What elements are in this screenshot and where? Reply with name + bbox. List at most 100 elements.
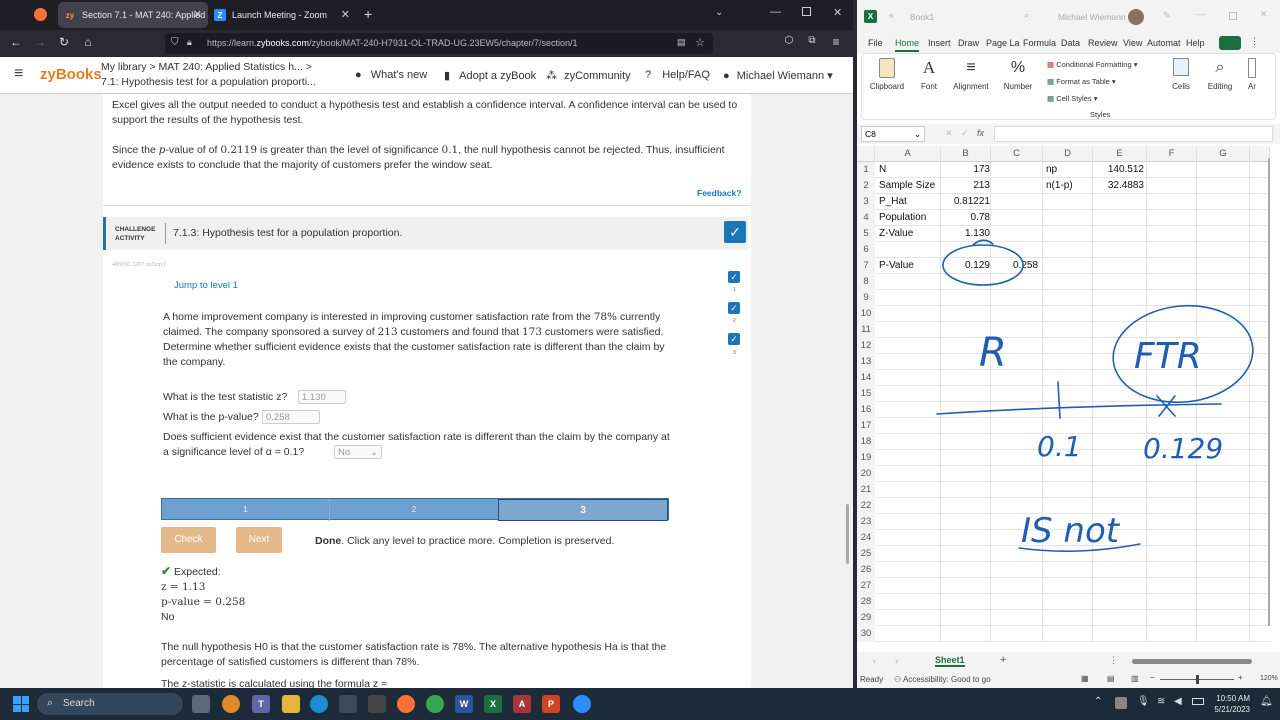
menu-home[interactable]: Home xyxy=(895,38,920,52)
format-as-table-button[interactable]: ▦ Format as Table ▾ xyxy=(1047,77,1116,86)
more-options-icon[interactable]: ⋮ xyxy=(1250,36,1259,47)
edge-icon[interactable] xyxy=(310,695,328,713)
mic-icon[interactable]: 🎙︎ xyxy=(1137,696,1150,707)
firefox-view-icon[interactable] xyxy=(34,8,47,21)
cells-group[interactable]: Cells xyxy=(1166,58,1196,91)
excel-user-name[interactable]: Michael Wiemann xyxy=(1058,12,1126,22)
level-2-check-icon[interactable]: ✓ xyxy=(728,302,740,314)
font-group[interactable]: A Font xyxy=(914,58,944,91)
level-1-check-icon[interactable]: ✓ xyxy=(728,271,740,283)
url-bar[interactable]: ⛉ 🔒︎ https://learn.zybooks.com/zybook/MA… xyxy=(165,33,713,54)
cell-styles-button[interactable]: ▦ Cell Styles ▾ xyxy=(1047,94,1097,103)
clipboard-group[interactable]: Clipboard xyxy=(867,58,907,91)
wifi-icon[interactable]: ≋ xyxy=(1157,696,1165,707)
zoom-app-icon[interactable] xyxy=(573,695,591,713)
menu-formulas[interactable]: Formula xyxy=(1023,38,1056,48)
name-box[interactable]: C8 ⌄ xyxy=(861,126,925,142)
analyze-group[interactable]: Ar xyxy=(1242,58,1262,91)
user-menu[interactable]: ● Michael Wiemann ▾ xyxy=(723,69,833,82)
formula-input[interactable] xyxy=(994,126,1273,142)
progress-level-1[interactable]: 1 xyxy=(162,499,330,521)
menu-draw[interactable]: Draw xyxy=(958,38,979,48)
tab-zybooks[interactable]: zy Section 7.1 - MAT 240: Applied ✕ xyxy=(58,2,208,28)
reader-icon[interactable]: ▤ xyxy=(677,37,686,48)
task-view-icon[interactable] xyxy=(192,695,210,713)
horizontal-scrollbar[interactable] xyxy=(1132,659,1252,664)
powerpoint-icon[interactable]: P xyxy=(542,695,560,713)
jump-to-level-link[interactable]: Jump to level 1 xyxy=(174,280,238,291)
menu-icon[interactable]: ≡ xyxy=(828,35,844,49)
pen-icon[interactable]: ✎ xyxy=(1163,10,1171,21)
enter-icon[interactable]: ✓ xyxy=(961,128,969,139)
search-icon[interactable]: ⌕ xyxy=(1024,10,1029,21)
avatar[interactable] xyxy=(1128,9,1144,25)
number-group[interactable]: % Number xyxy=(1000,58,1036,91)
hamburger-menu-icon[interactable]: ≡ xyxy=(14,65,23,83)
zoom-level[interactable]: 120% xyxy=(1260,675,1278,682)
prev-sheet-icon[interactable]: ‹ xyxy=(873,656,876,666)
minimize-icon[interactable]: — xyxy=(770,6,781,18)
tray-chevron-icon[interactable]: ⌃ xyxy=(1094,696,1102,707)
excel-maximize-icon[interactable] xyxy=(1229,12,1237,20)
battery-icon[interactable] xyxy=(1192,698,1204,705)
adopt-zybook-link[interactable]: ▮ Adopt a zyBook xyxy=(444,69,536,82)
lock-icon[interactable]: 🔒︎ xyxy=(187,37,192,48)
excel-close-icon[interactable]: ✕ xyxy=(1260,9,1268,20)
sheet-tab-1[interactable]: Sheet1 xyxy=(935,655,965,667)
home-icon[interactable]: ⌂ xyxy=(80,35,96,49)
pocket-icon[interactable]: ⬡ xyxy=(781,35,797,46)
whats-new-link[interactable]: ● What's new xyxy=(355,69,427,81)
feedback-link[interactable]: Feedback? xyxy=(697,188,741,198)
accessibility-status[interactable]: ⚇ Accessibility: Good to go xyxy=(894,675,991,684)
add-sheet-icon[interactable]: + xyxy=(1000,654,1006,666)
close-tab-icon[interactable]: ✕ xyxy=(193,8,202,21)
close-window-icon[interactable]: ✕ xyxy=(833,6,842,19)
zoom-slider-thumb[interactable] xyxy=(1196,675,1199,684)
menu-help[interactable]: Help xyxy=(1186,38,1205,48)
back-icon[interactable]: ← xyxy=(8,35,24,49)
alignment-group[interactable]: ≡ Alignment xyxy=(950,58,992,91)
spreadsheet-grid[interactable]: A B C D E F G 1 2 3 4 5 6 7 8 9 10 11 12 13 14 15 16 17 1… xyxy=(857,146,1270,646)
q1-answer-input[interactable]: 1.130 xyxy=(298,390,346,404)
tab-zoom[interactable]: Z Launch Meeting - Zoom ✕ xyxy=(208,2,356,28)
access-icon[interactable]: A xyxy=(513,695,531,713)
taskbar-search-box[interactable]: ⌕ Search xyxy=(37,693,183,715)
notification-icon[interactable]: 🔔︎ xyxy=(1260,696,1273,707)
zoom-in-icon[interactable]: + xyxy=(1238,673,1243,682)
page-layout-icon[interactable]: ▤ xyxy=(1107,674,1115,683)
q2-answer-input[interactable]: 0.258 xyxy=(262,410,320,424)
reload-icon[interactable]: ↻ xyxy=(56,35,72,49)
sheet-options-icon[interactable]: ⋮ xyxy=(1109,655,1118,666)
cancel-icon[interactable]: ✕ xyxy=(945,128,953,139)
normal-view-icon[interactable]: ▦ xyxy=(1081,674,1089,683)
next-sheet-icon[interactable]: › xyxy=(895,656,898,666)
chrome-icon[interactable] xyxy=(426,695,444,713)
breadcrumb-top[interactable]: My library > MAT 240: Applied Statistics… xyxy=(101,61,312,73)
clock[interactable]: 10:50 AM 5/21/2023 xyxy=(1206,693,1250,715)
windows-start-icon[interactable] xyxy=(13,696,29,712)
next-button[interactable]: Next xyxy=(236,527,282,553)
progress-level-2[interactable]: 2 xyxy=(330,499,498,521)
menu-review[interactable]: Review xyxy=(1088,38,1118,48)
help-link[interactable]: ? Help/FAQ xyxy=(645,69,710,81)
quick-access-icon[interactable]: « xyxy=(889,10,894,20)
menu-page-layout[interactable]: Page La xyxy=(986,38,1020,48)
page-scrollbar[interactable] xyxy=(846,504,849,564)
menu-data[interactable]: Data xyxy=(1061,38,1080,48)
firefox-icon[interactable] xyxy=(397,695,415,713)
excel-minimize-icon[interactable]: — xyxy=(1196,9,1205,19)
progress-level-3[interactable]: 3 xyxy=(498,499,668,521)
file-explorer-icon[interactable] xyxy=(282,695,300,713)
store-icon[interactable] xyxy=(339,695,357,713)
close-tab-icon[interactable]: ✕ xyxy=(341,8,350,21)
menu-automate[interactable]: Automat xyxy=(1147,38,1181,48)
new-tab-button[interactable]: + xyxy=(364,6,372,22)
comments-button[interactable] xyxy=(1219,36,1241,50)
widgets-icon[interactable] xyxy=(222,695,240,713)
menu-insert[interactable]: Insert xyxy=(928,38,951,48)
zoom-out-icon[interactable]: − xyxy=(1150,673,1155,682)
volume-icon[interactable]: ◀︎ xyxy=(1174,696,1182,707)
check-button[interactable]: Check xyxy=(161,527,216,553)
zycommunity-link[interactable]: ⁂ zyCommunity xyxy=(546,69,631,82)
conditional-formatting-button[interactable]: ▦ Conditional Formatting ▾ xyxy=(1047,60,1138,69)
